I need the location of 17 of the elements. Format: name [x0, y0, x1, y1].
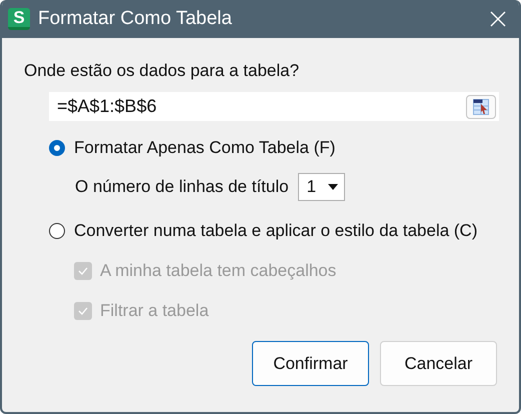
header-rows-label: O número de linhas de título: [75, 177, 289, 197]
confirm-button[interactable]: Confirmar: [252, 341, 369, 386]
window-title: Formatar Como Tabela: [38, 8, 233, 30]
app-logo: S: [8, 8, 30, 30]
range-picker-button[interactable]: [466, 94, 496, 118]
radio-option[interactable]: Formatar Apenas Como Tabela (F): [49, 133, 519, 163]
checkmark-icon: [78, 307, 88, 315]
radio-option[interactable]: Converter numa tabela e aplicar o estilo da tabela (C): [49, 216, 519, 246]
header-rows-dropdown[interactable]: 1: [298, 173, 345, 201]
range-field[interactable]: =$A$1:$B$6: [49, 92, 499, 121]
caret-icon: [328, 184, 338, 190]
close-icon: [490, 11, 506, 27]
table-select-icon: [473, 98, 489, 114]
field-label: Onde estão os dados para a tabela?: [24, 60, 300, 82]
cancel-button[interactable]: Cancelar: [380, 341, 497, 386]
range-input[interactable]: =$A$1:$B$6: [57, 96, 466, 117]
checkmark-icon: [78, 267, 88, 275]
